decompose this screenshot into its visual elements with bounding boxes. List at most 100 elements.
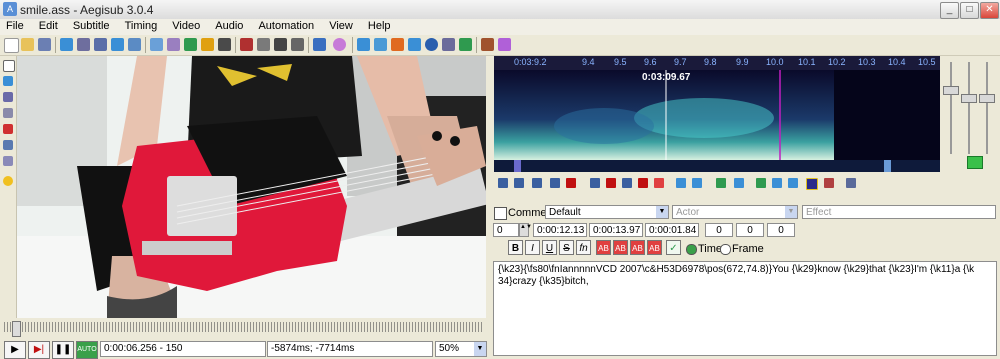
audio-settings-icon[interactable]: [846, 178, 856, 188]
underline-button[interactable]: U: [542, 240, 557, 255]
play-to-end-icon[interactable]: [654, 178, 664, 188]
margin-vertical-field[interactable]: 0: [767, 223, 795, 237]
comment-checkbox[interactable]: [494, 207, 507, 220]
check-icon[interactable]: [459, 38, 472, 51]
duration-field[interactable]: 0:00:01.84: [645, 223, 699, 237]
auto-scroll-icon[interactable]: [788, 178, 798, 188]
shadow-color-button[interactable]: AB: [647, 240, 662, 255]
margin-left-field[interactable]: 0: [705, 223, 733, 237]
find-icon[interactable]: [150, 38, 163, 51]
attachments-icon[interactable]: [257, 38, 270, 51]
fonts-collector-icon[interactable]: [274, 38, 287, 51]
styles-manager-icon[interactable]: [201, 38, 214, 51]
menu-edit[interactable]: Edit: [33, 19, 64, 32]
menu-automation[interactable]: Automation: [252, 19, 320, 32]
video-zoom-icon[interactable]: [128, 38, 141, 51]
strikeout-button[interactable]: S: [559, 240, 574, 255]
play-selection-icon[interactable]: [532, 178, 542, 188]
subtitle-text-editor[interactable]: {\k23}{\fs80\fnIannnnnVCD 2007\c&H53D697…: [493, 261, 997, 356]
open-video-icon[interactable]: [60, 38, 73, 51]
options-icon[interactable]: [481, 38, 494, 51]
menu-audio[interactable]: Audio: [209, 19, 249, 32]
help-icon[interactable]: [3, 176, 13, 186]
properties-icon[interactable]: [218, 38, 231, 51]
clock-icon[interactable]: [425, 38, 438, 51]
play-current-line-icon[interactable]: [550, 178, 560, 188]
clip-tool-icon[interactable]: [3, 140, 13, 150]
play-button[interactable]: ▶: [4, 341, 26, 359]
play-first-500ms-icon[interactable]: [622, 178, 632, 188]
vector-clip-tool-icon[interactable]: [3, 156, 13, 166]
layer-spinner[interactable]: ▲▼: [519, 223, 532, 237]
layer-field[interactable]: 0: [493, 223, 519, 237]
jump-to-icon[interactable]: [77, 38, 90, 51]
auto-commit-icon[interactable]: [756, 178, 766, 188]
volume-slider[interactable]: [979, 94, 995, 103]
secondary-color-button[interactable]: AB: [613, 240, 628, 255]
rotate-xy-tool-icon[interactable]: [3, 108, 13, 118]
stop-audio-icon[interactable]: [566, 178, 576, 188]
video-seek-bar[interactable]: [0, 318, 488, 340]
video-time-field[interactable]: 0:00:06.256 - 150: [100, 341, 266, 357]
end-time-field[interactable]: 0:00:13.97: [589, 223, 643, 237]
lead-out-icon[interactable]: [692, 178, 702, 188]
play-before-icon[interactable]: [590, 178, 600, 188]
go-to-next-icon[interactable]: [734, 178, 744, 188]
scale-tool-icon[interactable]: [3, 124, 13, 134]
close-button[interactable]: ✕: [980, 2, 999, 19]
timing-post-processor-icon[interactable]: [374, 38, 387, 51]
margin-right-field[interactable]: 0: [736, 223, 764, 237]
open-file-icon[interactable]: [21, 38, 34, 51]
italic-button[interactable]: I: [525, 240, 540, 255]
select-icon[interactable]: [408, 38, 421, 51]
video-display[interactable]: [17, 56, 486, 318]
audio-display[interactable]: 0:03:9.2 9.4 9.5 9.6 9.7 9.8 9.9 10.0 10…: [494, 56, 940, 172]
play-after-icon[interactable]: [606, 178, 616, 188]
next-line-icon[interactable]: [514, 178, 524, 188]
shift-times-icon[interactable]: [357, 38, 370, 51]
standard-tool-icon[interactable]: [3, 60, 15, 72]
play-line-button[interactable]: ▶|: [28, 341, 50, 359]
seek-handle[interactable]: [12, 321, 21, 337]
automation-icon[interactable]: [240, 38, 253, 51]
bold-button[interactable]: B: [508, 240, 523, 255]
outline-color-button[interactable]: AB: [630, 240, 645, 255]
primary-color-button[interactable]: AB: [596, 240, 611, 255]
start-time-field[interactable]: 0:00:12.13: [533, 223, 587, 237]
time-radio[interactable]: [686, 244, 697, 255]
menu-timing[interactable]: Timing: [119, 19, 164, 32]
jump-to-start-icon[interactable]: [94, 38, 107, 51]
karaoke-mode-icon[interactable]: [824, 178, 834, 188]
frame-radio[interactable]: [720, 244, 731, 255]
kanji-timer-icon[interactable]: [391, 38, 404, 51]
menu-subtitle[interactable]: Subtitle: [67, 19, 116, 32]
menu-file[interactable]: File: [0, 19, 30, 32]
maximize-button[interactable]: □: [960, 2, 979, 19]
font-button[interactable]: fn: [576, 240, 591, 255]
actor-select[interactable]: Actor ▼: [672, 205, 798, 219]
save-file-icon[interactable]: [38, 38, 51, 51]
link-sliders-icon[interactable]: [967, 156, 983, 169]
menu-view[interactable]: View: [323, 19, 359, 32]
stop-button[interactable]: ❚❚: [52, 341, 74, 359]
replace-icon[interactable]: [167, 38, 180, 51]
zoom-select[interactable]: 50% ▼: [435, 341, 487, 357]
rotate-z-tool-icon[interactable]: [3, 92, 13, 102]
menu-help[interactable]: Help: [362, 19, 397, 32]
commit-icon[interactable]: [716, 178, 726, 188]
menu-video[interactable]: Video: [166, 19, 206, 32]
jump-to-end-icon[interactable]: [111, 38, 124, 51]
sort-icon[interactable]: [442, 38, 455, 51]
effect-field[interactable]: Effect: [802, 205, 996, 219]
spell-check-icon[interactable]: [313, 38, 326, 51]
grid-icon[interactable]: [184, 38, 197, 51]
lead-in-icon[interactable]: [676, 178, 686, 188]
style-select[interactable]: Default ▼: [545, 205, 669, 219]
previous-line-icon[interactable]: [498, 178, 508, 188]
horizontal-zoom-slider[interactable]: [943, 86, 959, 95]
commit-check-icon[interactable]: ✓: [666, 240, 681, 255]
minimize-button[interactable]: _: [940, 2, 959, 19]
drag-tool-icon[interactable]: [3, 76, 13, 86]
play-last-500ms-icon[interactable]: [638, 178, 648, 188]
vertical-zoom-slider[interactable]: [961, 94, 977, 103]
